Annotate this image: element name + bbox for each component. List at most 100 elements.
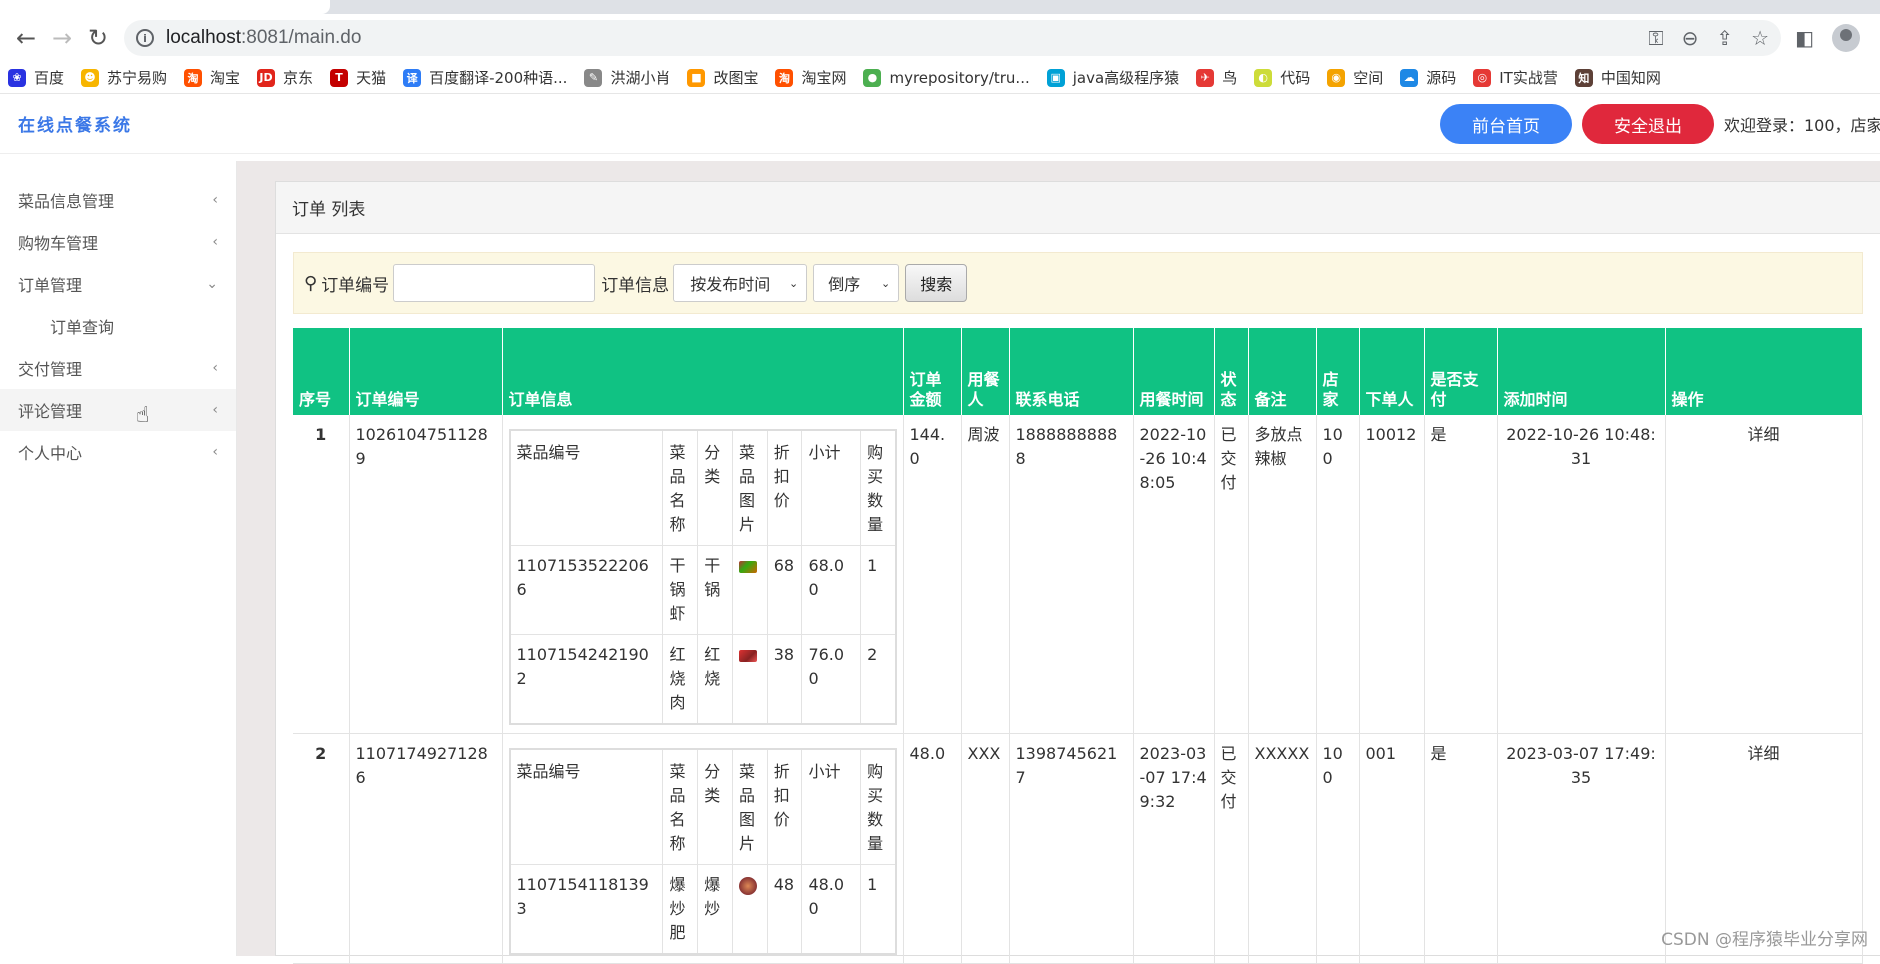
column-header-order-no: 订单编号	[349, 328, 503, 415]
site-info-icon[interactable]: i	[136, 29, 154, 47]
column-header-phone: 联系电话	[1009, 328, 1134, 415]
items-column-header: 小计	[801, 748, 862, 865]
cell-paid: 是	[1424, 733, 1498, 964]
key-icon[interactable]: ⚿	[1648, 26, 1663, 50]
content-area: 订单 列表 ⚲ 订单编号 订单信息 按发布时间 ⌄ 倒序 ⌄ 搜索 序号 订单编…	[237, 161, 1880, 964]
panel-title: 订单 列表	[276, 182, 1880, 234]
bookmark-item[interactable]: ☻ 苏宁易购	[81, 67, 167, 88]
item-price: 68	[766, 545, 803, 635]
browser-tab[interactable]	[0, 0, 330, 14]
cell-paid: 是	[1424, 415, 1498, 734]
chevron-left-icon: ‹	[212, 402, 218, 418]
bookmark-label: 京东	[283, 69, 314, 87]
reload-icon[interactable]: ↻	[80, 20, 116, 56]
welcome-text: 欢迎登录：100，店家	[1724, 116, 1880, 135]
bookmark-item[interactable]: ■ 改图宝	[687, 67, 758, 88]
sidebar-item-cart-management[interactable]: 购物车管理 ‹	[0, 221, 236, 263]
sidebar-item-dish-management[interactable]: 菜品信息管理 ‹	[0, 179, 236, 221]
bookmark-item[interactable]: 淘淘宝网	[775, 67, 846, 88]
search-button[interactable]: 搜索	[905, 264, 968, 302]
bookmark-label: 淘宝网	[801, 69, 847, 87]
sidebar-item-label: 交付管理	[18, 360, 83, 379]
bookmark-item[interactable]: 淘淘宝	[184, 67, 240, 88]
address-bar[interactable]: i localhost:8081/main.do ⚿ ⊖ ⇪ ☆	[124, 20, 1782, 56]
chevron-left-icon: ‹	[212, 234, 218, 250]
bookmark-label: 源码	[1426, 69, 1457, 87]
order-item-row: 11071541181393 爆炒肥 爆炒 48 48.00 1	[508, 864, 896, 955]
bookmark-item[interactable]: ◐ 代码	[1254, 67, 1310, 88]
cell-diner: 周波	[961, 415, 1010, 734]
item-category: 爆炒	[697, 864, 733, 955]
bookmark-item[interactable]: ◉ 空间	[1327, 67, 1383, 88]
logout-button[interactable]: 安全退出	[1582, 104, 1714, 144]
bookmark-favicon-icon: 淘	[184, 68, 203, 87]
sort-field-select[interactable]: 按发布时间 ⌄	[673, 264, 808, 302]
item-subtotal: 68.00	[801, 545, 862, 635]
cell-shop: 100	[1316, 415, 1360, 734]
items-column-header: 购买数量	[860, 748, 896, 865]
bookmark-item[interactable]: ☁ 源码	[1400, 67, 1456, 88]
bookmark-item[interactable]: ✈ 鸟	[1196, 67, 1237, 88]
bookmark-item[interactable]: ▣ java高级程序猿	[1046, 67, 1180, 88]
back-icon[interactable]: ←	[8, 20, 44, 56]
chevron-left-icon: ‹	[212, 444, 218, 460]
sort-order-select[interactable]: 倒序 ⌄	[813, 264, 900, 302]
items-column-header: 菜品名称	[662, 429, 699, 546]
item-price: 48	[766, 864, 803, 955]
sidebar-subitem-order-query[interactable]: 订单查询	[0, 305, 236, 347]
bookmark-label: java高级程序猿	[1072, 69, 1180, 87]
hand-cursor-icon: ☝	[136, 403, 150, 428]
sidebar-item-comment-management[interactable]: 评论管理 ‹	[0, 389, 236, 431]
items-column-header: 菜品名称	[662, 748, 699, 865]
item-price: 38	[766, 634, 803, 725]
cell-diner: XXX	[961, 733, 1010, 964]
bookmark-favicon-icon: JD	[257, 68, 276, 87]
home-button[interactable]: 前台首页	[1440, 104, 1572, 144]
items-column-header: 购买数量	[860, 429, 896, 546]
sidebar-item-delivery-management[interactable]: 交付管理 ‹	[0, 347, 236, 389]
cell-added-time: 2023-03-07 17:49:35	[1497, 733, 1666, 964]
sidebar-item-personal-center[interactable]: 个人中心 ‹	[0, 431, 236, 473]
sidebar-item-label: 评论管理	[18, 402, 83, 421]
share-icon[interactable]: ⇪	[1716, 26, 1733, 50]
cell-added-time: 2022-10-26 10:48:31	[1497, 415, 1666, 734]
bookmark-item[interactable]: T 天猫	[330, 67, 386, 88]
item-name: 爆炒肥	[662, 864, 699, 955]
sidebar-item-order-management[interactable]: 订单管理 ⌄	[0, 263, 236, 305]
items-column-header: 分类	[697, 748, 733, 865]
items-column-header: 菜品图片	[731, 748, 768, 865]
bookmark-item[interactable]: ✎ 洪湖小肖	[584, 67, 670, 88]
watermark: CSDN @程序猿毕业分享网	[1661, 930, 1868, 950]
side-panel-icon[interactable]: ◧	[1795, 26, 1814, 50]
bookmark-item[interactable]: JD 京东	[257, 67, 313, 88]
bookmark-item[interactable]: 译百度翻译-200种语...	[403, 67, 567, 88]
chevron-down-icon: ⌄	[788, 276, 799, 290]
bookmark-favicon-icon: ◉	[1327, 68, 1346, 87]
cell-shop: 100	[1316, 733, 1360, 964]
bookmark-favicon-icon: ◎	[1473, 68, 1492, 87]
order-item-row: 11071535222066 干锅虾 干锅 68 68.00 1	[508, 545, 896, 635]
detail-link[interactable]: 详细	[1665, 415, 1863, 734]
column-header-action: 操作	[1665, 328, 1863, 415]
forward-icon[interactable]: →	[44, 20, 80, 56]
bookmark-favicon-icon: 淘	[775, 68, 794, 87]
search-icon: ⚲	[304, 272, 318, 294]
sidebar-item-label: 个人中心	[18, 444, 83, 463]
star-icon[interactable]: ☆	[1751, 26, 1769, 50]
zoom-icon[interactable]: ⊖	[1682, 26, 1699, 50]
order-no-input[interactable]	[393, 264, 596, 302]
item-category: 干锅	[697, 545, 733, 635]
chevron-down-icon: ⌄	[880, 276, 891, 290]
bookmark-item[interactable]: ◎ IT实战营	[1473, 67, 1558, 88]
bookmark-item[interactable]: ❀ 百度	[8, 67, 64, 88]
row-index: 2	[293, 733, 350, 964]
bookmark-item[interactable]: ● myrepository/tru...	[863, 68, 1030, 87]
bookmark-item[interactable]: 知中国知网	[1574, 67, 1661, 88]
items-column-header: 菜品图片	[731, 429, 768, 546]
cell-orderer: 001	[1359, 733, 1425, 964]
profile-avatar[interactable]	[1832, 24, 1860, 52]
column-header-remark: 备注	[1248, 328, 1317, 415]
item-name: 红烧肉	[662, 634, 699, 725]
cell-meal-time: 2022-10-26 10:48:05	[1133, 415, 1215, 734]
column-header-amount: 订单金额	[903, 328, 962, 415]
